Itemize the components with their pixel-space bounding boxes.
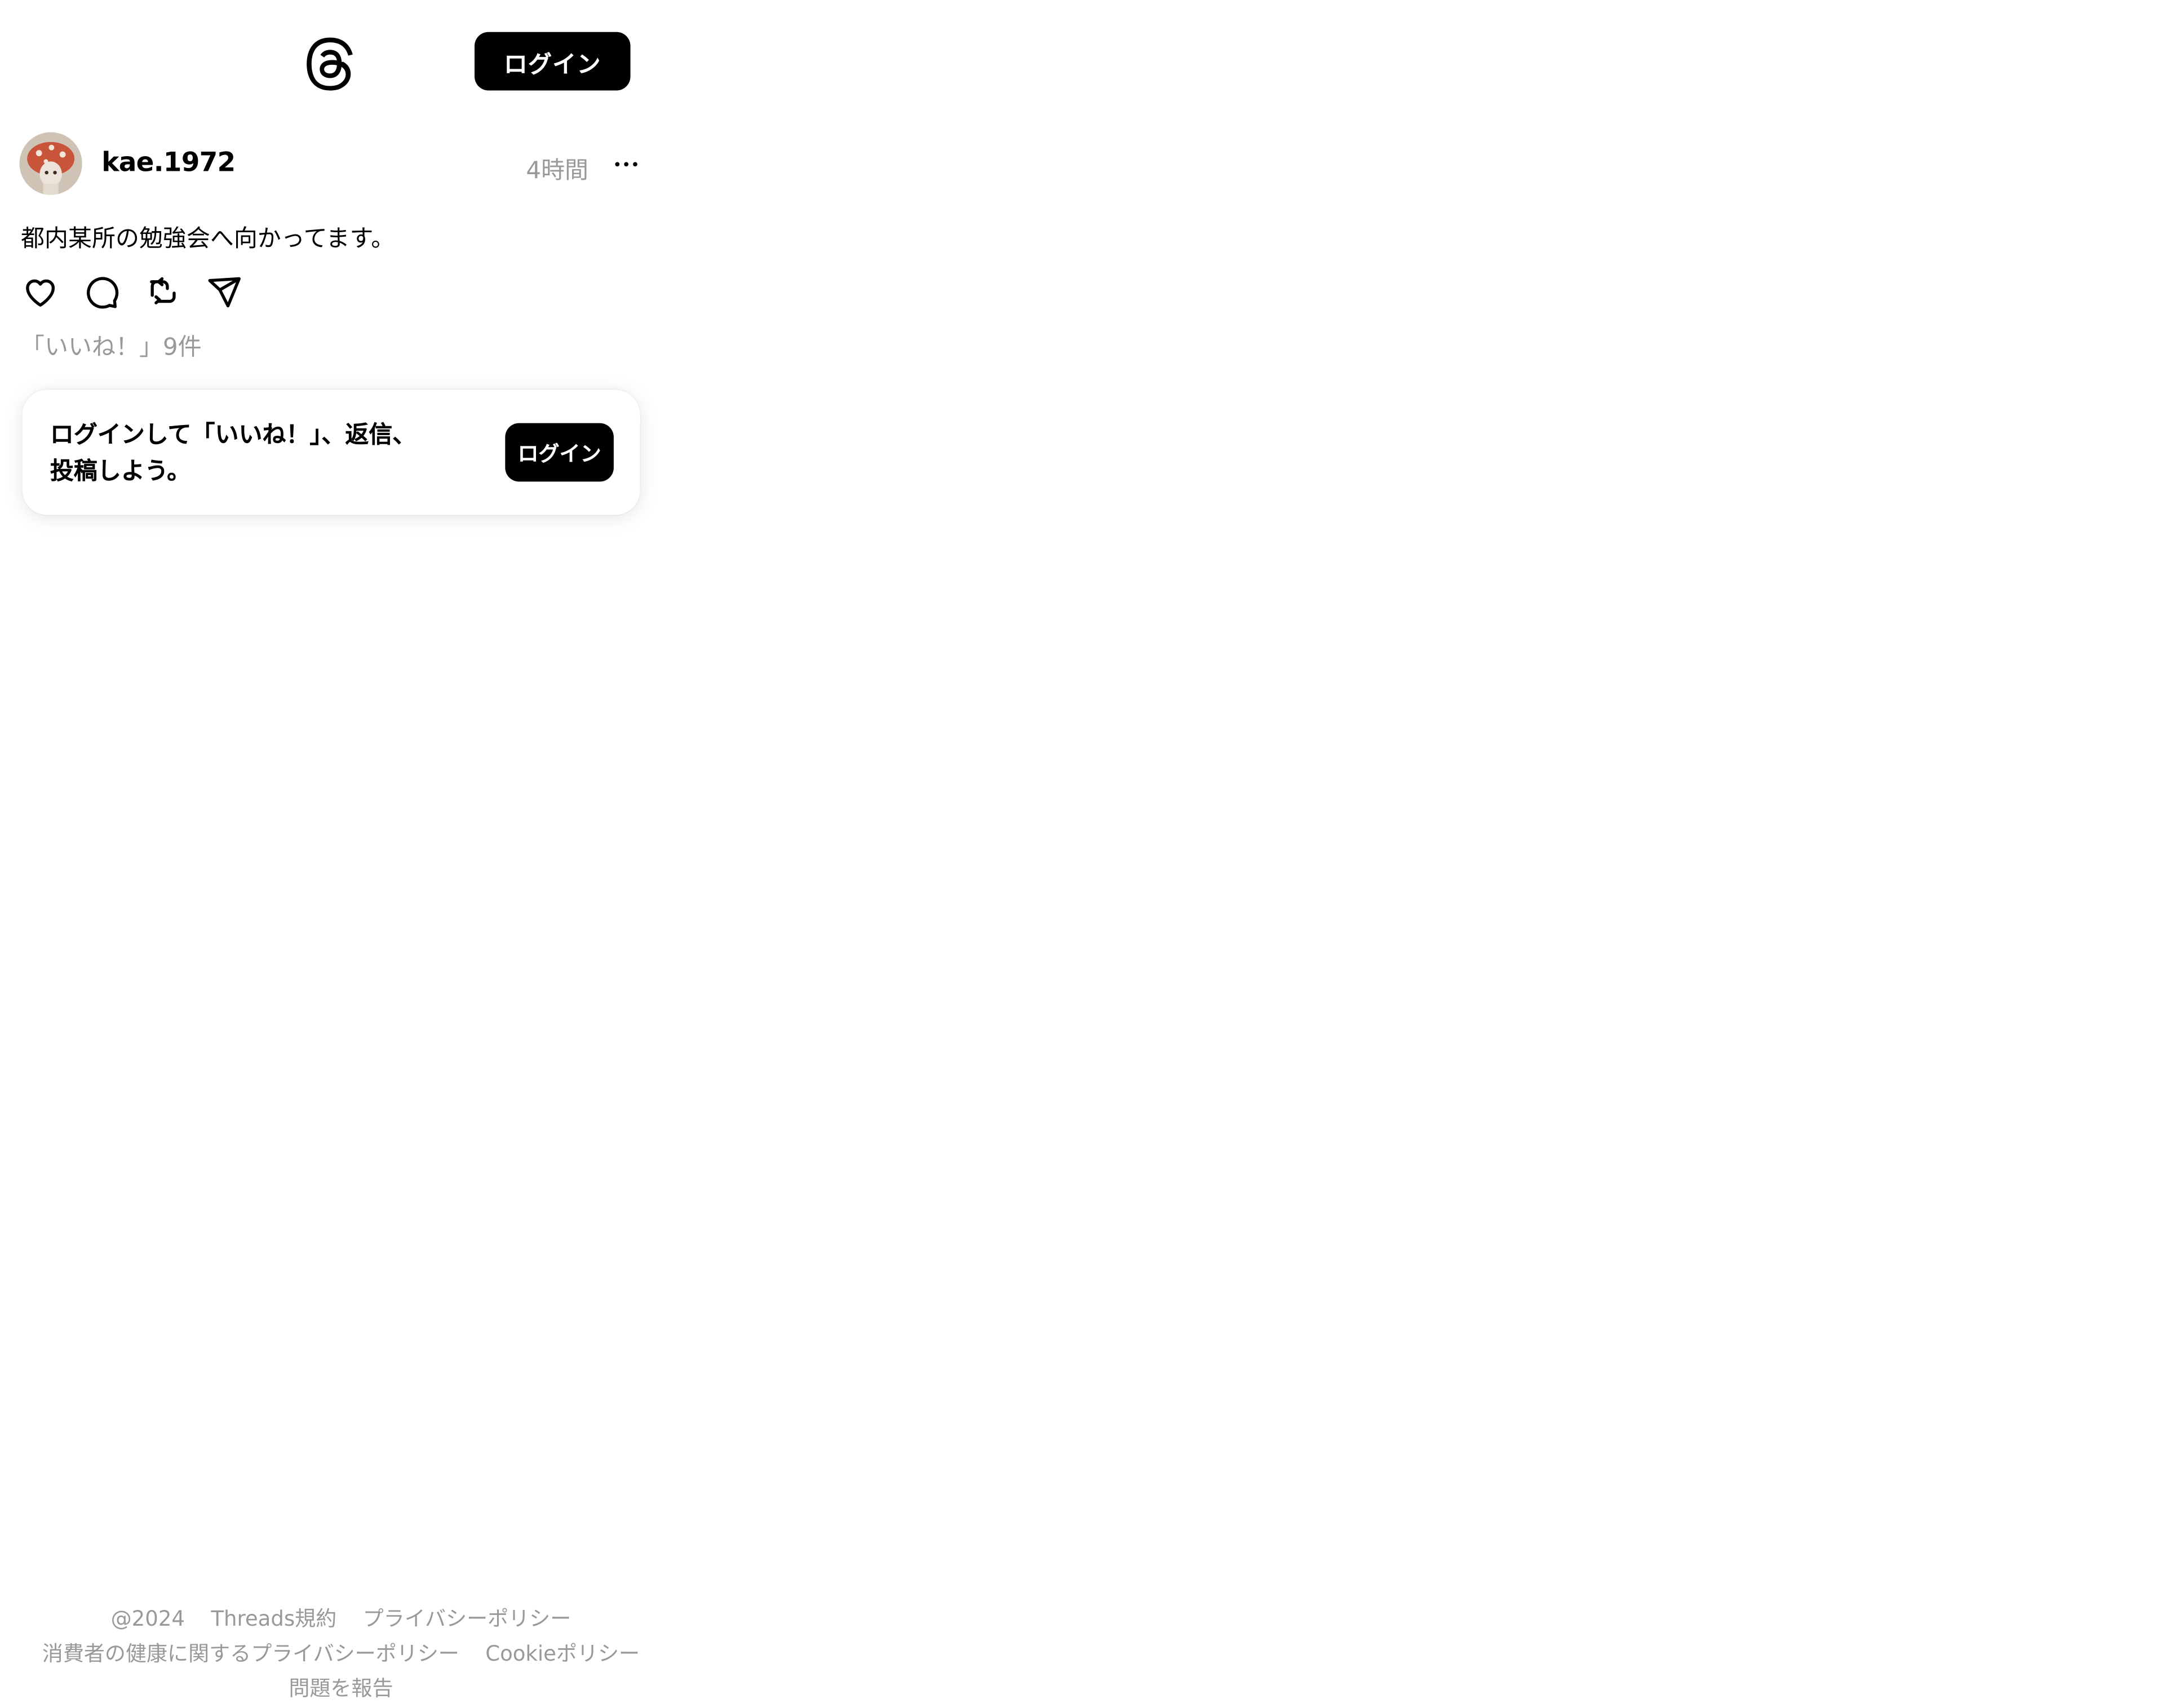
likes-count[interactable]: 「いいね！」9件 <box>21 327 202 362</box>
post-username[interactable]: kae.1972 <box>101 148 236 178</box>
footer-row-2: 消費者の健康に関するプライバシーポリシー Cookieポリシー <box>0 1638 682 1673</box>
heart-icon[interactable] <box>20 271 61 313</box>
repost-icon[interactable] <box>142 271 184 313</box>
threads-logo-icon[interactable] <box>303 35 356 94</box>
footer: @2024 Threads規約 プライバシーポリシー 消費者の健康に関するプライ… <box>0 1604 682 1708</box>
top-bar: ログイン <box>0 0 662 122</box>
comment-icon[interactable] <box>81 271 122 313</box>
footer-copyright: @2024 <box>110 1606 185 1631</box>
post-body-text: 都内某所の勉強会へ向かってます。 <box>21 225 395 254</box>
footer-link-health-privacy[interactable]: 消費者の健康に関するプライバシーポリシー <box>42 1641 459 1666</box>
footer-link-report[interactable]: 問題を報告 <box>289 1676 393 1701</box>
login-prompt-button[interactable]: ログイン <box>505 423 614 482</box>
footer-link-terms[interactable]: Threads規約 <box>211 1606 336 1631</box>
post-actions <box>20 271 265 313</box>
login-prompt-line-1: ログインして「いいね！」、返信、 <box>50 422 417 450</box>
avatar[interactable] <box>19 132 82 195</box>
footer-link-privacy[interactable]: プライバシーポリシー <box>363 1606 571 1631</box>
share-icon[interactable] <box>203 271 245 313</box>
more-options-icon[interactable] <box>610 149 643 179</box>
login-prompt-message: ログインして「いいね！」、返信、 投稿しよう。 <box>50 418 481 490</box>
page: ログイン kae.1972 4時間 都内某所の勉強会へ向かってます。 「いいね！… <box>0 0 2171 1701</box>
footer-row-1: @2024 Threads規約 プライバシーポリシー <box>0 1604 682 1639</box>
footer-row-3: 問題を報告 <box>0 1673 682 1708</box>
login-button[interactable]: ログイン <box>474 32 631 91</box>
login-prompt-line-2: 投稿しよう。 <box>50 458 191 486</box>
login-prompt-card: ログインして「いいね！」、返信、 投稿しよう。 ログイン <box>22 390 640 515</box>
footer-link-cookie[interactable]: Cookieポリシー <box>485 1641 640 1666</box>
post-timestamp[interactable]: 4時間 <box>526 151 588 185</box>
